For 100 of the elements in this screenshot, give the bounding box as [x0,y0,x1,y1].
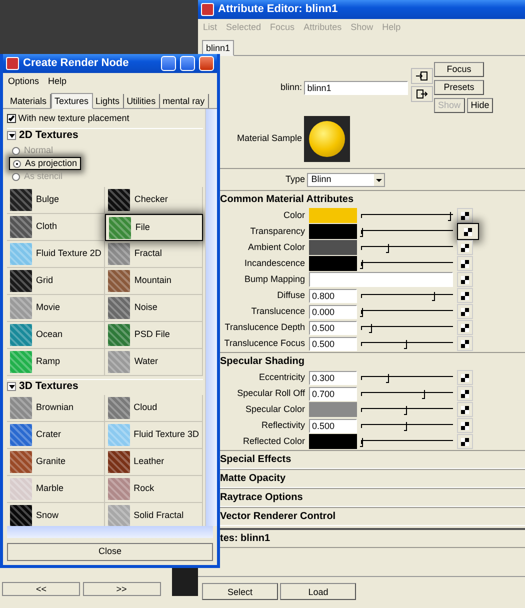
side-button[interactable]: Hide [466,98,494,112]
texture-item[interactable]: Noise [105,295,203,322]
color-swatch[interactable] [309,434,357,450]
section-header[interactable]: Special Effects [220,450,525,469]
slider-thumb[interactable] [369,324,372,334]
texture-item[interactable]: Checker [105,187,203,214]
color-swatch[interactable] [309,256,357,272]
tab[interactable]: Utilities [124,94,160,108]
close-button[interactable]: Close [7,543,213,561]
texture-item[interactable]: Snow [7,503,105,526]
color-swatch[interactable] [309,402,357,418]
texture-item[interactable]: Ocean [7,322,106,349]
map-field[interactable] [309,272,453,288]
menu-item[interactable]: Help [48,75,67,88]
section-header[interactable]: Matte Opacity [220,468,525,488]
texture-item[interactable]: Granite [7,449,105,476]
attribute-label: Specular Color [244,403,305,416]
attribute-label: Reflected Color [242,435,305,448]
field-label: Type [284,173,305,186]
texture-item[interactable]: Fluid Texture 3D [104,422,203,449]
attribute-label: Reflectivity [260,419,305,432]
texture-item[interactable]: Mountain [105,268,203,295]
tab[interactable]: Textures [50,92,93,108]
texture-item[interactable]: Fluid Texture 2D [7,241,106,268]
radio-option[interactable]: As projection [9,157,82,170]
tab[interactable]: blinn1 [202,40,234,56]
texture-item[interactable]: Crater [7,422,105,449]
section-header[interactable]: Specular Shading [220,352,525,370]
name-field[interactable]: blinn1 [304,80,408,95]
value-field[interactable]: 0.500 [309,336,357,351]
checker-icon [461,340,469,348]
horizontal-scrollbar[interactable] [7,526,213,538]
bottom-button[interactable]: Select [202,583,278,600]
checkbox[interactable] [7,114,16,123]
value-field[interactable]: 0.500 [309,320,357,335]
slider-thumb[interactable] [422,390,426,400]
app-icon [6,57,19,70]
maximize-button[interactable] [180,56,195,71]
texture-item[interactable]: Brownian [7,395,105,422]
slider-thumb[interactable] [386,374,389,384]
texture-item[interactable]: Leather [104,449,203,476]
slider-thumb[interactable] [360,308,363,318]
side-button[interactable]: Focus [434,62,484,76]
nav-button[interactable]: << [2,582,80,596]
slider-thumb[interactable] [386,244,389,254]
vertical-scrollbar[interactable] [205,108,217,526]
arrow-out-icon [416,88,428,99]
value-field[interactable]: 0.700 [309,386,357,401]
texture-item[interactable]: Fractal [105,241,203,268]
texture-item[interactable]: Marble [7,476,105,503]
value-field[interactable]: 0.300 [309,370,357,385]
slider-thumb[interactable] [360,260,363,270]
tab[interactable]: mental ray [160,94,209,108]
slider-thumb[interactable] [404,422,407,432]
checker-icon [461,276,469,284]
texture-item[interactable]: Cloth [7,214,106,241]
minimize-button[interactable] [161,56,176,71]
slider-thumb[interactable] [404,340,407,350]
input-connection-button[interactable] [410,68,432,84]
attribute-label: Ambient Color [246,241,305,254]
value-field[interactable]: 0.000 [309,304,357,319]
section-title: 2D Textures [19,129,78,142]
color-swatch[interactable] [309,240,357,256]
texture-item[interactable]: PSD File [105,322,203,349]
texture-item[interactable]: Cloud [104,395,203,422]
menu-item[interactable]: Options [8,75,40,88]
bottom-button[interactable]: Load [280,583,356,600]
side-button[interactable]: Presets [434,80,484,94]
color-swatch[interactable] [309,208,357,224]
collapse-toggle[interactable] [7,131,16,140]
color-swatch[interactable] [309,224,357,240]
slider-thumb[interactable] [448,212,452,222]
map-button[interactable] [457,223,479,240]
texture-item[interactable]: Ramp [7,349,106,376]
texture-item[interactable]: Bulge [7,187,106,214]
tab[interactable]: Lights [92,94,124,108]
section-header[interactable]: Raytrace Options [220,488,525,507]
checker-icon [461,292,469,300]
section-header: tes: blinn1 [220,528,525,548]
texture-item[interactable]: File [105,214,203,241]
collapse-toggle[interactable] [7,382,16,391]
section-header[interactable]: Vector Renderer Control [220,506,525,526]
type-dropdown[interactable]: Blinn [307,172,386,187]
texture-item[interactable]: Movie [7,295,106,322]
slider-thumb[interactable] [404,406,407,416]
texture-item[interactable]: Grid [7,268,106,295]
arrow-in-icon [416,70,428,80]
slider-thumb[interactable] [432,292,435,302]
close-button[interactable] [199,56,214,71]
texture-item[interactable]: Water [105,349,203,376]
slider-thumb[interactable] [360,438,363,448]
texture-item[interactable]: Rock [104,476,203,503]
value-field[interactable]: 0.800 [309,288,357,303]
attribute-label: Eccentricity [258,371,305,384]
checker-icon [461,308,469,316]
output-connection-button[interactable] [410,86,432,102]
value-field[interactable]: 0.500 [309,418,357,433]
nav-button[interactable]: >> [82,582,160,596]
attribute-label: Transparency [249,225,305,238]
slider-thumb[interactable] [360,228,363,238]
